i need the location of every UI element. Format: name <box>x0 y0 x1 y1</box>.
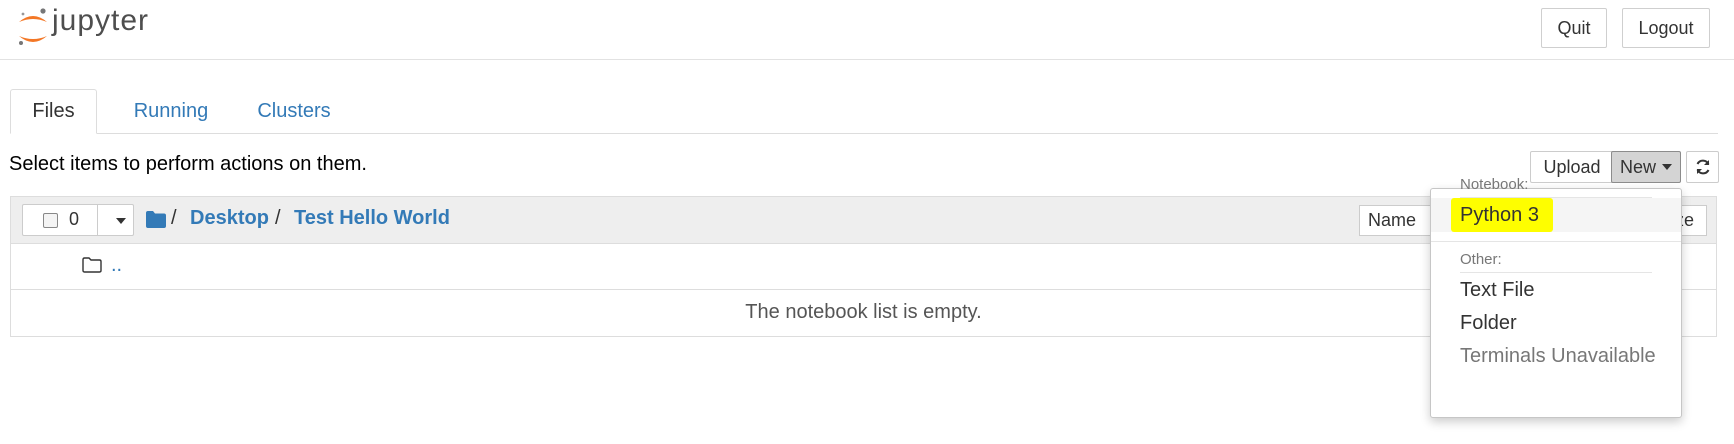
tab-running[interactable]: Running <box>115 89 227 133</box>
breadcrumb-desktop[interactable]: Desktop <box>190 207 269 230</box>
breadcrumb-test-hello-world[interactable]: Test Hello World <box>294 207 450 230</box>
menu-item-label: Python 3 <box>1460 204 1539 226</box>
jupyter-logo[interactable]: jupyter <box>16 4 206 52</box>
new-dropdown-menu: Notebook: Python 3 Other: Text File Fold… <box>1430 176 1682 418</box>
parent-directory-link[interactable]: .. <box>111 254 122 277</box>
new-button-label: New <box>1619 156 1656 177</box>
divider <box>1431 241 1681 242</box>
caret-down-icon[interactable] <box>116 218 126 224</box>
other-section-header: Other: <box>1460 251 1502 268</box>
new-button[interactable]: New <box>1611 151 1681 183</box>
caret-down-icon <box>1662 164 1672 170</box>
sort-by-name-button[interactable]: Name <box>1359 205 1439 236</box>
breadcrumb-separator: / <box>171 207 177 229</box>
checkbox-icon[interactable] <box>43 213 58 228</box>
logout-button[interactable]: Logout <box>1622 8 1710 48</box>
menu-item-folder[interactable]: Folder <box>1431 306 1681 340</box>
tab-clusters[interactable]: Clusters <box>243 89 345 133</box>
logo-text: jupyter <box>52 4 150 37</box>
jupyter-logo-icon <box>19 8 47 45</box>
quit-button[interactable]: Quit <box>1541 8 1607 48</box>
tab-bar: Files Running Clusters <box>10 89 1718 134</box>
selection-hint: Select items to perform actions on them. <box>9 153 367 175</box>
menu-item-python3[interactable]: Python 3 <box>1431 198 1681 232</box>
tab-files[interactable]: Files <box>10 89 97 134</box>
upload-button[interactable]: Upload <box>1530 151 1614 183</box>
refresh-button[interactable] <box>1686 151 1719 183</box>
folder-outline-icon <box>82 257 102 273</box>
sort-name-label: Name <box>1368 210 1417 230</box>
divider <box>97 205 98 235</box>
notebook-section-header: Notebook: <box>1460 176 1529 193</box>
selected-count: 0 <box>69 209 80 229</box>
menu-item-terminals-unavailable: Terminals Unavailable <box>1460 345 1656 367</box>
header: jupyter Quit Logout <box>0 0 1734 60</box>
refresh-icon <box>1696 159 1709 175</box>
breadcrumb-separator: / <box>275 207 281 229</box>
folder-icon[interactable] <box>146 211 166 228</box>
menu-item-text-file[interactable]: Text File <box>1431 273 1681 307</box>
select-all-group[interactable]: 0 <box>22 204 134 236</box>
